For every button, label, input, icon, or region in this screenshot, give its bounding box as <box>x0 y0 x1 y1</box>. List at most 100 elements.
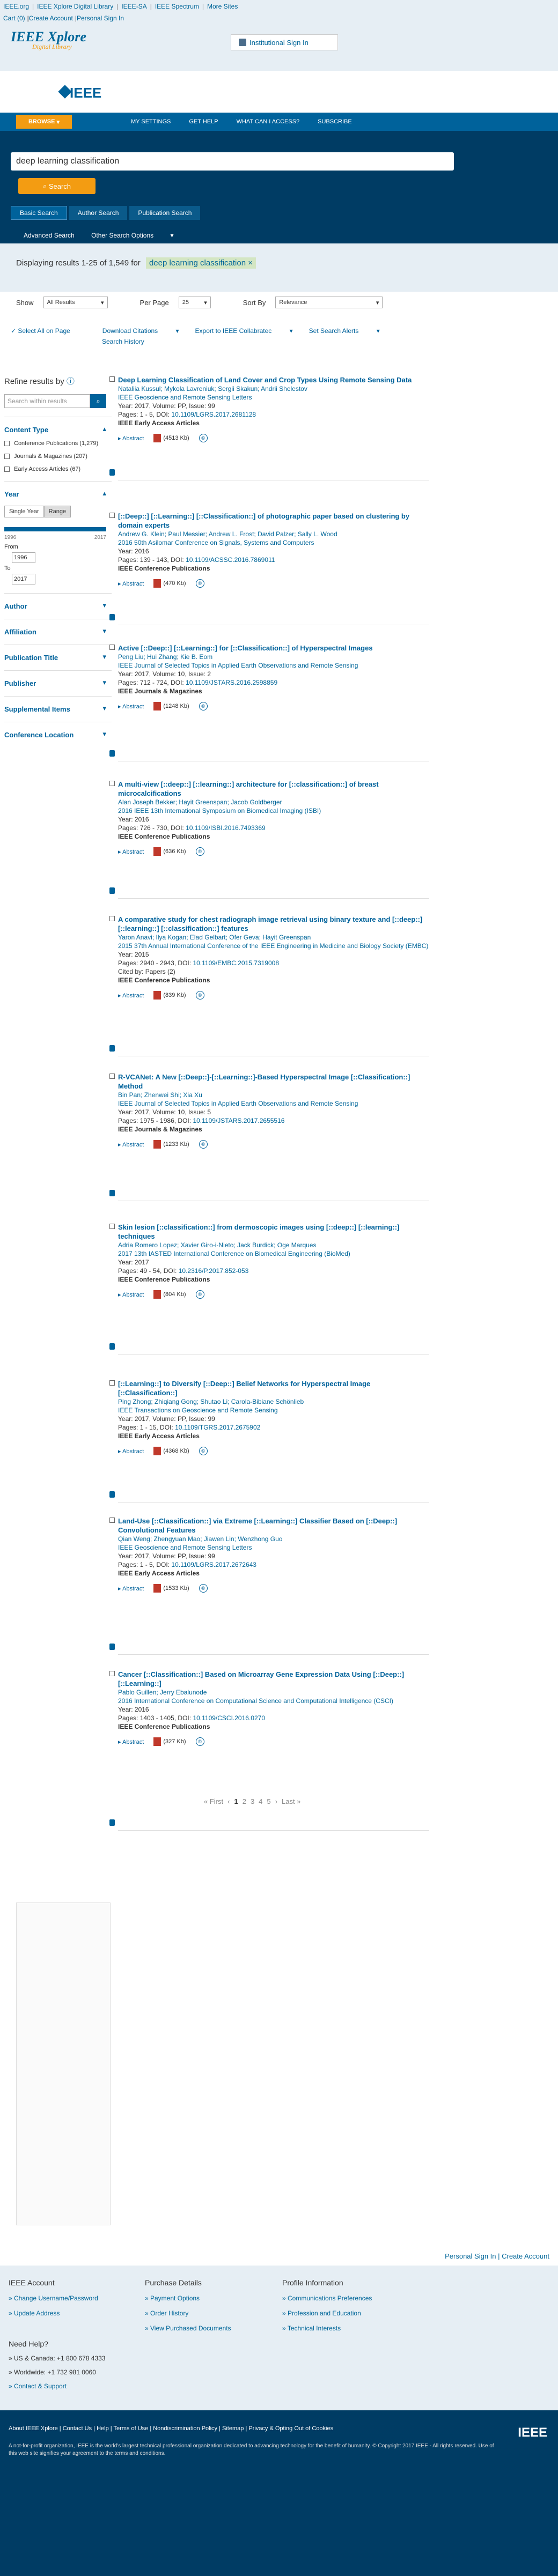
page-first[interactable]: « First <box>204 1797 223 1805</box>
content-type-early-access[interactable]: Early Access Articles (67) <box>4 466 112 472</box>
abstract-toggle[interactable]: ▸ Abstract <box>118 703 144 710</box>
result-authors[interactable]: Ping Zhong; Zhiqiang Gong; Shutao Li; Ca… <box>118 1397 429 1406</box>
nav-subscribe[interactable]: SUBSCRIBE <box>318 119 352 125</box>
select-all-checkbox[interactable]: ✓ Select All on Page <box>11 327 86 335</box>
result-authors[interactable]: Andrew G. Klein; Paul Messier; Andrew L.… <box>118 530 429 538</box>
result-journal[interactable]: IEEE Journal of Selected Topics in Appli… <box>118 661 429 670</box>
result-title[interactable]: Land-Use [::Classification::] via Extrem… <box>118 1516 429 1535</box>
pdf-icon[interactable] <box>153 991 161 1000</box>
result-title[interactable]: Active [::Deep::] [::Learning::] for [::… <box>118 643 429 653</box>
help-icon[interactable]: ⓘ <box>67 377 75 386</box>
result-authors[interactable]: Pablo Guillen; Jerry Ebalunode <box>118 1688 429 1697</box>
pdf-icon[interactable] <box>153 1584 161 1593</box>
result-doi-link[interactable]: 10.1109/LGRS.2017.2681128 <box>171 411 256 418</box>
result-authors[interactable]: Qian Weng; Zhengyuan Mao; Jiawen Lin; We… <box>118 1535 429 1543</box>
abstract-toggle[interactable]: ▸ Abstract <box>118 1585 144 1592</box>
page-last[interactable]: Last » <box>282 1797 300 1805</box>
result-authors[interactable]: Nataliia Kussul; Mykola Lavreniuk; Sergi… <box>118 384 429 393</box>
result-title[interactable]: [::Learning::] to Diversify [::Deep::] B… <box>118 1379 429 1397</box>
pdf-icon[interactable] <box>153 579 161 588</box>
abstract-toggle[interactable]: ▸ Abstract <box>118 580 144 587</box>
result-journal[interactable]: 2017 13th IASTED International Conferenc… <box>118 1249 429 1258</box>
result-checkbox[interactable] <box>109 645 115 650</box>
result-journal[interactable]: 2016 50th Asilomar Conference on Signals… <box>118 538 429 547</box>
facet-author[interactable]: Author ▾ <box>4 593 112 610</box>
page-4[interactable]: 4 <box>259 1797 262 1805</box>
result-checkbox[interactable] <box>109 1518 115 1523</box>
other-search-options-link[interactable]: Other Search Options ▾ <box>91 232 173 239</box>
result-checkbox[interactable] <box>109 1671 115 1676</box>
result-journal[interactable]: 2016 International Conference on Computa… <box>118 1697 429 1705</box>
result-title[interactable]: Deep Learning Classification of Land Cov… <box>118 375 429 384</box>
result-journal[interactable]: IEEE Transactions on Geoscience and Remo… <box>118 1406 429 1415</box>
result-authors[interactable]: Adria Romero Lopez; Xavier Giro-i-Nieto;… <box>118 1241 429 1249</box>
result-title[interactable]: R-VCANet: A New [::Deep::]-[::Learning::… <box>118 1072 429 1091</box>
year-slider[interactable] <box>4 527 106 531</box>
page-1[interactable]: 1 <box>234 1797 238 1805</box>
result-title[interactable]: Cancer [::Classification::] Based on Mic… <box>118 1670 429 1688</box>
pdf-icon[interactable] <box>153 702 161 710</box>
result-journal[interactable]: IEEE Geoscience and Remote Sensing Lette… <box>118 393 429 402</box>
search-input[interactable]: deep learning classification <box>11 152 454 171</box>
personal-signin-link[interactable]: Personal Sign In <box>77 14 124 22</box>
result-checkbox[interactable] <box>109 916 115 921</box>
toplink-xplore[interactable]: IEEE Xplore Digital Library <box>37 3 113 10</box>
download-citations-button[interactable]: Download Citations ▾ <box>102 327 179 335</box>
ieee-logo[interactable]: IEEE <box>70 85 101 101</box>
result-journal[interactable]: IEEE Geoscience and Remote Sensing Lette… <box>118 1543 429 1552</box>
pdf-icon[interactable] <box>153 434 161 442</box>
pdf-icon[interactable] <box>153 847 161 856</box>
show-select[interactable]: All Results ▾ <box>43 297 108 308</box>
export-collabratec-button[interactable]: Export to IEEE Collabratec ▾ <box>195 327 293 335</box>
refine-search-button[interactable]: ⌕ <box>90 394 106 408</box>
rights-icon[interactable]: © <box>199 1584 208 1593</box>
pdf-icon[interactable] <box>153 1737 161 1746</box>
content-type-journals[interactable]: Journals & Magazines (207) <box>4 453 112 460</box>
rights-icon[interactable]: © <box>195 1290 204 1299</box>
tab-basic-search[interactable]: Basic Search <box>11 206 67 220</box>
browse-menu[interactable]: BROWSE ▾ <box>16 115 72 129</box>
result-authors[interactable]: Alan Joseph Bekker; Hayit Greenspan; Jac… <box>118 798 429 806</box>
result-title[interactable]: Skin lesion [::classification::] from de… <box>118 1223 429 1241</box>
profession-link[interactable]: » Profession and Education <box>282 2309 372 2317</box>
create-account-link[interactable]: Create Account <box>29 14 73 22</box>
result-checkbox[interactable] <box>109 781 115 786</box>
technical-interests-link[interactable]: » Technical Interests <box>282 2325 372 2332</box>
result-authors[interactable]: Yaron Anavi; Ilya Kogan; Elad Gelbart; O… <box>118 933 429 942</box>
abstract-toggle[interactable]: ▸ Abstract <box>118 848 144 855</box>
rights-icon[interactable]: © <box>195 579 204 588</box>
rights-icon[interactable]: © <box>195 1737 204 1746</box>
result-cited-by[interactable]: Cited by: Papers (2) <box>118 967 429 976</box>
toplink-more-sites[interactable]: More Sites <box>207 3 238 10</box>
result-title[interactable]: [::Deep::] [::Learning::] [::Classificat… <box>118 512 429 530</box>
rights-icon[interactable]: © <box>195 847 204 856</box>
pdf-icon[interactable] <box>153 1447 161 1455</box>
search-button[interactable]: ⌕ Search <box>18 178 96 194</box>
pdf-icon[interactable] <box>153 1290 161 1299</box>
result-doi-link[interactable]: 10.1109/ACSSC.2016.7869011 <box>186 556 275 564</box>
result-checkbox[interactable] <box>109 376 115 382</box>
result-doi-link[interactable]: 10.1109/CSCI.2016.0270 <box>193 1714 265 1722</box>
contact-support-link[interactable]: » Contact & Support <box>9 2382 105 2390</box>
payment-options-link[interactable]: » Payment Options <box>145 2294 231 2302</box>
refine-search-input[interactable]: Search within results <box>4 394 90 408</box>
range-button[interactable]: Range <box>43 506 71 517</box>
rights-icon[interactable]: © <box>199 702 208 710</box>
result-doi-link[interactable]: 10.1109/JSTARS.2016.2598859 <box>186 679 277 686</box>
footer-policy-links[interactable]: About IEEE Xplore | Contact Us | Help | … <box>9 2425 333 2432</box>
result-journal[interactable]: 2015 37th Annual International Conferenc… <box>118 942 429 950</box>
result-checkbox[interactable] <box>109 1224 115 1229</box>
abstract-toggle[interactable]: ▸ Abstract <box>118 435 144 442</box>
abstract-toggle[interactable]: ▸ Abstract <box>118 1738 144 1745</box>
year-to-input[interactable]: 2017 <box>12 574 35 584</box>
nav-what-can-i-access[interactable]: WHAT CAN I ACCESS? <box>237 119 300 125</box>
result-checkbox[interactable] <box>109 1380 115 1386</box>
result-checkbox[interactable] <box>109 1074 115 1079</box>
page-5[interactable]: 5 <box>267 1797 270 1805</box>
result-checkbox[interactable] <box>109 513 115 518</box>
tab-publication-search[interactable]: Publication Search <box>129 206 201 220</box>
xplore-logo[interactable]: IEEE Xplore Digital Library <box>11 29 86 51</box>
result-doi-link[interactable]: 10.2316/P.2017.852-053 <box>179 1267 249 1275</box>
toplink-ieee-org[interactable]: IEEE.org <box>3 3 29 10</box>
page-2[interactable]: 2 <box>243 1797 246 1805</box>
